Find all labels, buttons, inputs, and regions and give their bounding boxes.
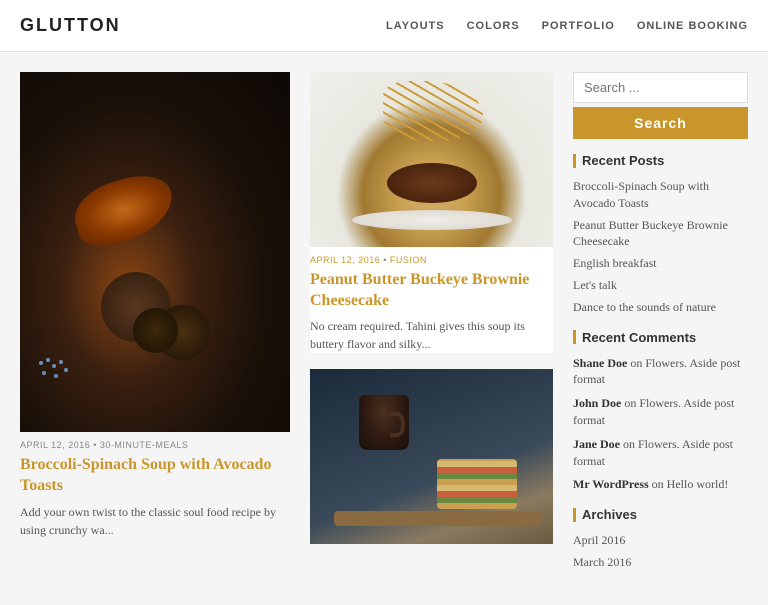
burger-noodles bbox=[383, 81, 483, 141]
featured-post-excerpt: Add your own twist to the classic soul f… bbox=[20, 503, 290, 539]
flower-dot bbox=[64, 368, 68, 372]
recent-posts-heading: Recent Posts bbox=[573, 153, 748, 168]
comment-2-author[interactable]: John Doe bbox=[573, 396, 621, 410]
nav-portfolio[interactable]: PORTFOLIO bbox=[542, 20, 615, 32]
flower-dot bbox=[54, 374, 58, 378]
comment-1-author[interactable]: Shane Doe bbox=[573, 356, 627, 370]
recent-post-1[interactable]: Broccoli-Spinach Soup with Avocado Toast… bbox=[573, 178, 748, 212]
post-1-meta: APRIL 12, 2016 • FUSION bbox=[310, 255, 553, 265]
archive-1[interactable]: April 2016 bbox=[573, 532, 748, 549]
flower-dot bbox=[46, 358, 50, 362]
plate bbox=[352, 210, 512, 230]
main-nav: LAYOUTS COLORS PORTFOLIO ONLINE BOOKING bbox=[386, 20, 748, 32]
post-1-excerpt: No cream required. Tahini gives this sou… bbox=[310, 317, 553, 353]
main-container: APRIL 12, 2016 • 30-MINUTE-MEALS Broccol… bbox=[0, 52, 768, 605]
comment-3-author[interactable]: Jane Doe bbox=[573, 437, 620, 451]
burger-image-bg bbox=[310, 72, 553, 247]
nav-online-booking[interactable]: ONLINE BOOKING bbox=[637, 20, 748, 32]
archives-section: Archives April 2016 March 2016 bbox=[573, 507, 748, 571]
recent-post-4[interactable]: Let's talk bbox=[573, 277, 748, 294]
heading-bar bbox=[573, 154, 576, 168]
recent-post-5[interactable]: Dance to the sounds of nature bbox=[573, 299, 748, 316]
post-1-date: APRIL 12, 2016 bbox=[310, 255, 380, 265]
recent-comments-heading: Recent Comments bbox=[573, 330, 748, 345]
sidebar: Search Recent Posts Broccoli-Spinach Sou… bbox=[573, 72, 748, 585]
heading-bar-2 bbox=[573, 330, 576, 344]
comment-1: Shane Doe on Flowers. Aside post format bbox=[573, 355, 748, 389]
site-header: GLUTTON LAYOUTS COLORS PORTFOLIO ONLINE … bbox=[0, 0, 768, 52]
featured-image-bg bbox=[20, 72, 290, 432]
burger-patty bbox=[387, 163, 477, 203]
flower-dot bbox=[59, 360, 63, 364]
featured-post-meta: APRIL 12, 2016 • 30-MINUTE-MEALS bbox=[20, 440, 290, 450]
recent-post-3[interactable]: English breakfast bbox=[573, 255, 748, 272]
recent-comments-section: Recent Comments Shane Doe on Flowers. As… bbox=[573, 330, 748, 494]
site-logo: GLUTTON bbox=[20, 15, 121, 36]
post-1-category: FUSION bbox=[390, 255, 427, 265]
post-card-2 bbox=[310, 369, 553, 544]
nav-layouts[interactable]: LAYOUTS bbox=[386, 20, 445, 32]
archives-heading: Archives bbox=[573, 507, 748, 522]
comment-4-post[interactable]: Hello world! bbox=[667, 477, 729, 491]
food-decoration-4 bbox=[133, 308, 178, 353]
post-card-1: APRIL 12, 2016 • FUSION Peanut Butter Bu… bbox=[310, 72, 553, 353]
search-box: Search bbox=[573, 72, 748, 139]
flower-dot bbox=[42, 371, 46, 375]
search-button[interactable]: Search bbox=[573, 107, 748, 139]
recent-post-2[interactable]: Peanut Butter Buckeye Brownie Cheesecake bbox=[573, 217, 748, 251]
nav-colors[interactable]: COLORS bbox=[467, 20, 520, 32]
recent-posts-section: Recent Posts Broccoli-Spinach Soup with … bbox=[573, 153, 748, 316]
comment-3: Jane Doe on Flowers. Aside post format bbox=[573, 436, 748, 470]
comment-4-author[interactable]: Mr WordPress bbox=[573, 477, 649, 491]
food-decoration-1 bbox=[68, 168, 180, 252]
comment-4: Mr WordPress on Hello world! bbox=[573, 476, 748, 493]
flower-dot bbox=[39, 361, 43, 365]
post-1-image bbox=[310, 72, 553, 247]
heading-bar-3 bbox=[573, 508, 576, 522]
comment-2: John Doe on Flowers. Aside post format bbox=[573, 395, 748, 429]
flower-dot bbox=[52, 364, 56, 368]
flower-decoration bbox=[34, 356, 94, 396]
cutting-board bbox=[334, 511, 541, 526]
sandwich bbox=[437, 459, 517, 509]
post-2-image bbox=[310, 369, 553, 544]
search-input[interactable] bbox=[573, 72, 748, 103]
featured-post-column: APRIL 12, 2016 • 30-MINUTE-MEALS Broccol… bbox=[20, 72, 290, 585]
posts-column: APRIL 12, 2016 • FUSION Peanut Butter Bu… bbox=[310, 72, 553, 585]
post-1-title[interactable]: Peanut Butter Buckeye Brownie Cheesecake bbox=[310, 270, 553, 312]
coffee-image-bg bbox=[310, 369, 553, 544]
archive-2[interactable]: March 2016 bbox=[573, 554, 748, 571]
featured-post-image bbox=[20, 72, 290, 432]
featured-post-title[interactable]: Broccoli-Spinach Soup with Avocado Toast… bbox=[20, 455, 290, 497]
